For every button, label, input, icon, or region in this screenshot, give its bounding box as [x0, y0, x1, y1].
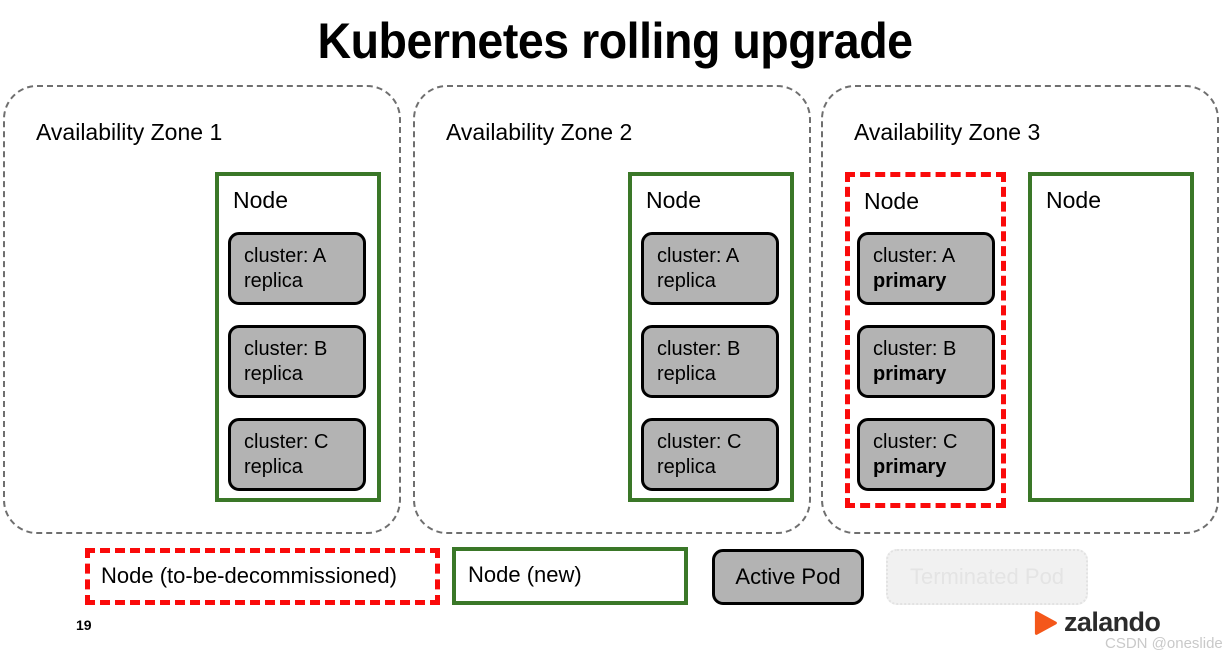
pod-az1-cluster-c: cluster: C replica: [228, 418, 366, 491]
pod-az2-cluster-c: cluster: C replica: [641, 418, 779, 491]
page-title: Kubernetes rolling upgrade: [317, 13, 913, 69]
pod-role: primary: [873, 456, 947, 478]
pod-role: replica: [657, 363, 716, 385]
legend-decommissioned-node-label: Node (to-be-decommissioned): [101, 563, 397, 588]
pod-role: primary: [873, 363, 947, 385]
pod-az2-cluster-a: cluster: A replica: [641, 232, 779, 305]
watermark: CSDN @oneslide: [1105, 635, 1223, 652]
pod-cluster-name: cluster: C: [244, 431, 329, 453]
legend-terminated-pod: Terminated Pod: [886, 549, 1088, 605]
node-label: Node: [1046, 187, 1101, 213]
pod-az2-cluster-b: cluster: B replica: [641, 325, 779, 398]
legend-new-node: Node (new): [452, 547, 688, 605]
pod-az1-cluster-a: cluster: A replica: [228, 232, 366, 305]
pod-cluster-name: cluster: A: [244, 245, 327, 267]
pod-cluster-name: cluster: B: [873, 338, 957, 360]
node-label: Node: [864, 188, 919, 214]
zalando-wordmark: zalando: [1064, 607, 1161, 637]
pod-az3-cluster-c: cluster: C primary: [857, 418, 995, 491]
pod-az3-cluster-b: cluster: B primary: [857, 325, 995, 398]
pod-role: replica: [244, 363, 303, 385]
pod-role: replica: [657, 270, 716, 292]
legend-active-pod: Active Pod: [712, 549, 864, 605]
legend-new-node-label: Node (new): [468, 562, 582, 587]
pod-cluster-name: cluster: A: [657, 245, 740, 267]
pod-role: replica: [657, 456, 716, 478]
pod-cluster-name: cluster: B: [244, 338, 328, 360]
availability-zone-3-label: Availability Zone 3: [854, 119, 1041, 145]
pod-cluster-name: cluster: C: [873, 431, 958, 453]
node-label: Node: [233, 187, 288, 213]
zalando-logo: zalando: [1034, 607, 1161, 637]
pod-cluster-name: cluster: B: [657, 338, 741, 360]
zalando-triangle-icon: [1034, 610, 1057, 635]
pod-az1-cluster-b: cluster: B replica: [228, 325, 366, 398]
pod-cluster-name: cluster: A: [873, 245, 956, 267]
node-label: Node: [646, 187, 701, 213]
pod-role: primary: [873, 270, 947, 292]
pod-cluster-name: cluster: C: [657, 431, 742, 453]
node-az3-new: Node: [1028, 172, 1194, 502]
pod-role: replica: [244, 270, 303, 292]
availability-zone-1-label: Availability Zone 1: [36, 119, 223, 145]
legend-decommissioned-node: Node (to-be-decommissioned): [85, 548, 440, 605]
availability-zone-2-label: Availability Zone 2: [446, 119, 633, 145]
slide-number: 19: [76, 617, 92, 633]
pod-role: replica: [244, 456, 303, 478]
pod-az3-cluster-a: cluster: A primary: [857, 232, 995, 305]
